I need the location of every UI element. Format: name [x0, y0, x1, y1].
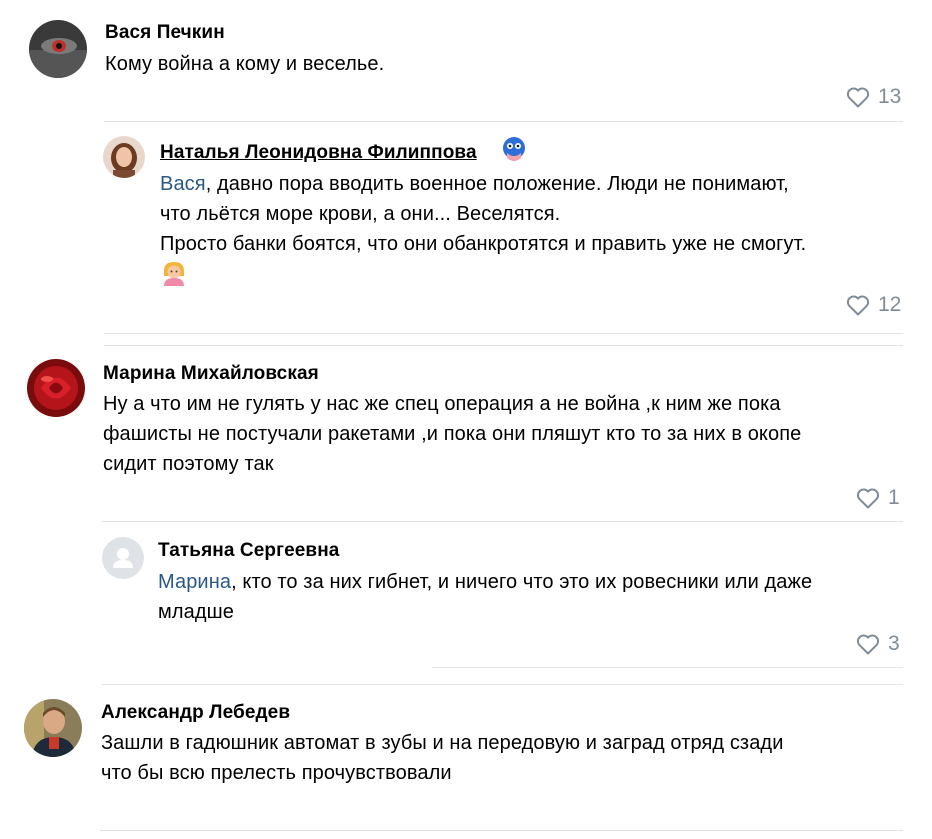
comment-text: Ну а что им не гулять у нас же спец опер…	[103, 389, 903, 479]
comment-text: Зашли в гадюшник автомат в зубы и на пер…	[101, 728, 901, 788]
text-line: Ну а что им не гулять у нас же спец опер…	[103, 393, 781, 415]
comment-author[interactable]: Татьяна Сергеевна	[158, 540, 339, 562]
text-line: сидит поэтому так	[103, 453, 274, 475]
divider	[100, 830, 903, 831]
text-line: фашисты не постучали ракетами ,и пока он…	[103, 423, 802, 445]
mask-badge-icon	[502, 136, 526, 164]
text-line: Просто банки боятся, что они обанкротятс…	[160, 233, 807, 255]
comment-text: Вася, давно пора вводить военное положен…	[160, 169, 900, 259]
divider	[432, 667, 903, 668]
avatar-vasya[interactable]	[29, 20, 87, 78]
avatar-aleksandr[interactable]	[24, 699, 82, 757]
like-count: 3	[888, 632, 900, 655]
comment-text: Марина, кто то за них гибнет, и ничего ч…	[158, 567, 898, 627]
avatar-image	[24, 699, 82, 757]
mention-link[interactable]: Марина	[158, 571, 231, 593]
like-button[interactable]: 3	[856, 631, 900, 657]
text-line: Марина, кто то за них гибнет, и ничего ч…	[158, 567, 898, 597]
like-count: 13	[878, 85, 902, 108]
comment-author[interactable]: Наталья Леонидовна Филиппова	[160, 142, 477, 164]
heart-outline-icon	[856, 488, 880, 509]
comment-author[interactable]: Вася Печкин	[105, 22, 225, 44]
person-emoji-icon	[161, 260, 187, 286]
comment-author[interactable]: Александр Лебедев	[101, 702, 290, 724]
divider	[102, 684, 903, 685]
text-line: младше	[158, 601, 234, 623]
like-count: 12	[878, 293, 902, 316]
default-user-icon	[102, 537, 144, 579]
like-button[interactable]: 13	[846, 84, 901, 110]
text-line: что бы всю прелесть прочувствовали	[101, 762, 452, 784]
text-line: Зашли в гадюшник автомат в зубы и на пер…	[101, 732, 784, 754]
divider	[104, 333, 903, 334]
avatar-image	[29, 20, 87, 78]
divider	[102, 521, 903, 522]
divider	[104, 345, 903, 346]
text-line: что льётся море крови, а они... Веселятс…	[160, 203, 561, 225]
text-line: Вася, давно пора вводить военное положен…	[160, 169, 900, 199]
like-button[interactable]: 12	[846, 292, 901, 318]
heart-outline-icon	[856, 634, 880, 655]
avatar-natalya[interactable]	[103, 136, 145, 178]
like-button[interactable]: 1	[856, 485, 900, 511]
divider	[104, 121, 903, 122]
avatar-image	[103, 136, 145, 178]
text-segment: , давно пора вводить военное положение. …	[205, 173, 789, 195]
text-segment: , кто то за них гибнет, и ничего что это…	[231, 571, 813, 593]
heart-outline-icon	[846, 295, 870, 316]
mention-link[interactable]: Вася	[160, 173, 206, 195]
comment-author[interactable]: Марина Михайловская	[103, 363, 319, 385]
heart-outline-icon	[846, 87, 870, 108]
avatar-tatyana[interactable]	[102, 537, 144, 579]
avatar-image	[27, 359, 85, 417]
comment-text: Кому война а кому и веселье.	[105, 53, 385, 75]
like-count: 1	[888, 486, 900, 509]
avatar-marina[interactable]	[27, 359, 85, 417]
